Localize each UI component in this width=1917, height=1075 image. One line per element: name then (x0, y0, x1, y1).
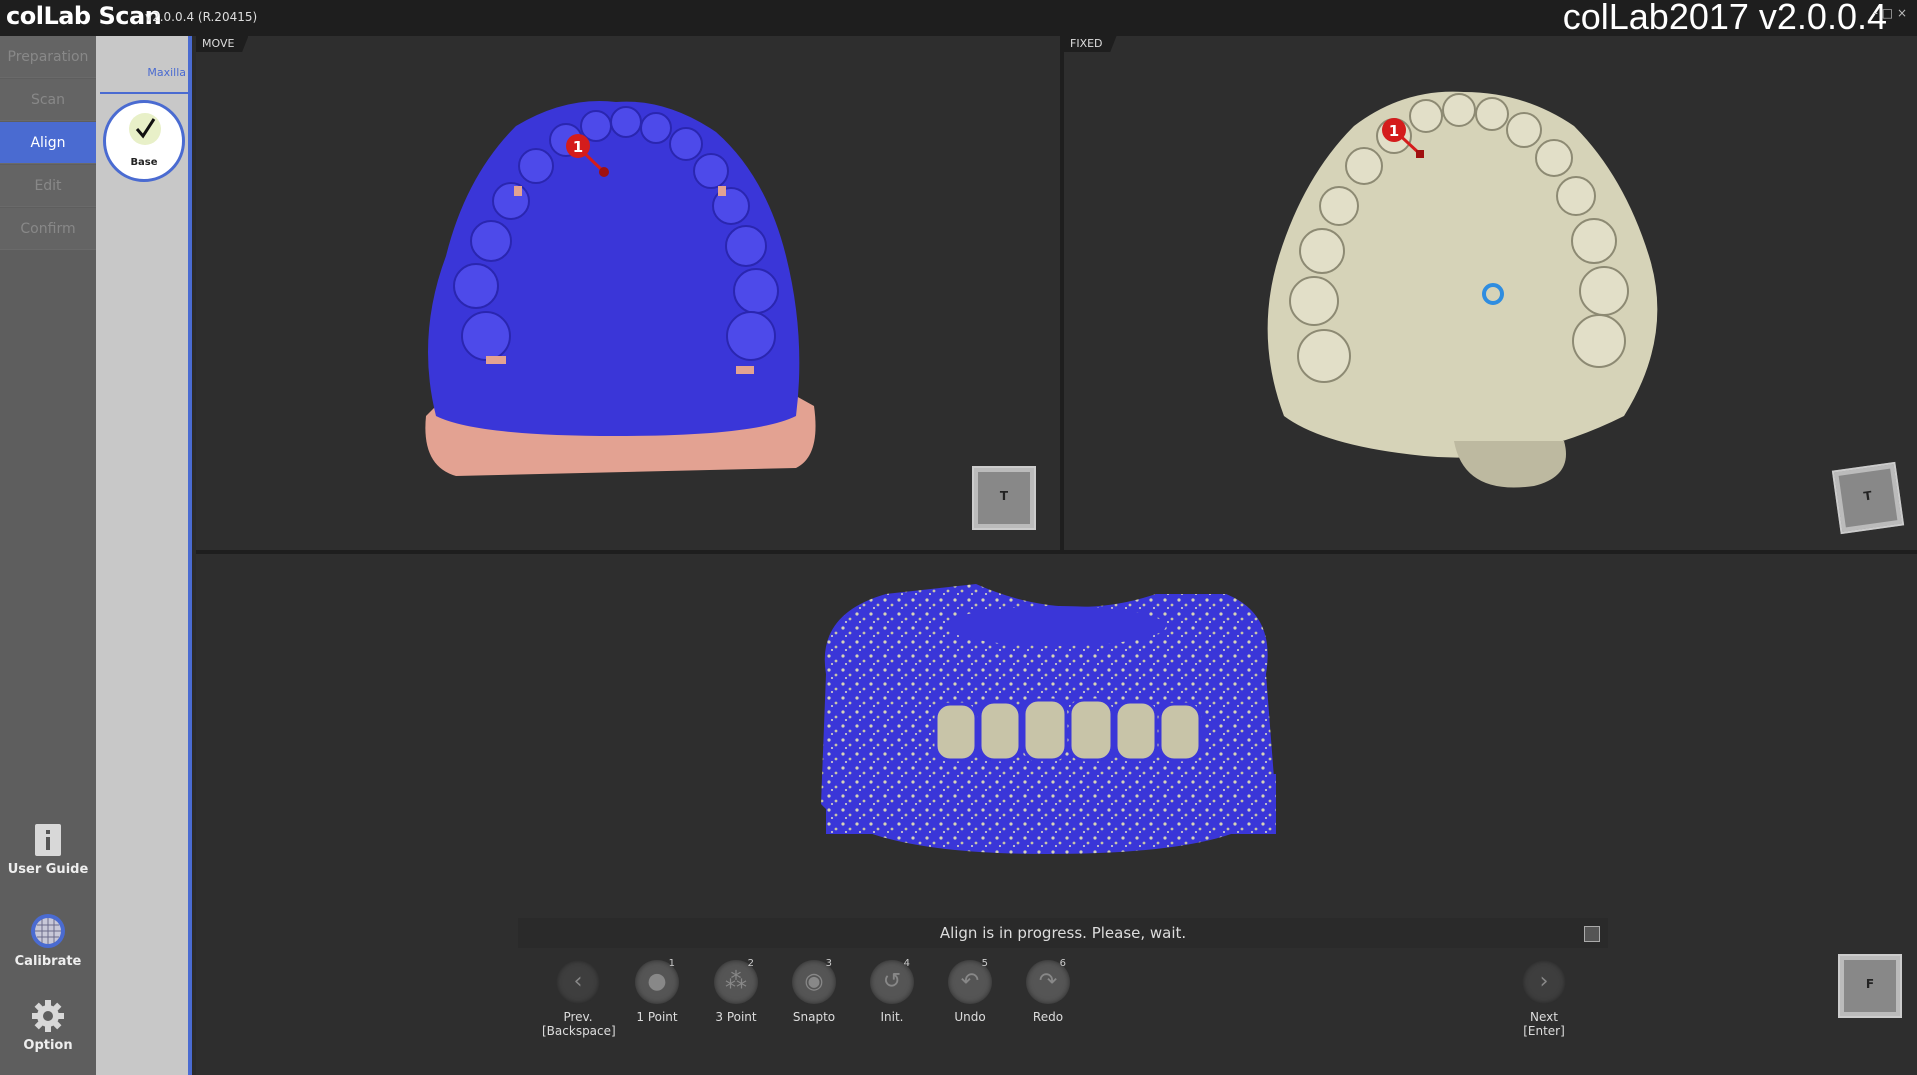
window-controls[interactable]: - □ × (1874, 6, 1907, 20)
three-point-icon: ⁂ (725, 969, 747, 994)
fixed-mesh-view[interactable]: 1 (1064, 36, 1917, 550)
check-icon (129, 113, 161, 145)
status-bar: Align is in progress. Please, wait. (518, 918, 1608, 948)
chevron-right-icon: › (1539, 969, 1549, 994)
calibrate-grid-icon (31, 914, 65, 948)
fixed-view-cube[interactable]: T (1831, 461, 1905, 535)
snap-icon: ◉ (804, 969, 824, 994)
prev-button[interactable]: ‹ Prev. [Backspace] (542, 960, 616, 1038)
nav-item-preparation[interactable]: Preparation (0, 36, 96, 78)
move-viewport[interactable]: MOVE 1 T (196, 36, 1060, 550)
three-point-button[interactable]: 2 ⁂ 3 Point (700, 958, 772, 1024)
calibrate-button[interactable]: Calibrate (0, 912, 96, 969)
info-icon (35, 824, 61, 856)
next-button[interactable]: › Next [Enter] (1508, 960, 1580, 1038)
combined-view-cube[interactable]: F (1838, 954, 1902, 1018)
nav-item-align[interactable]: Align (0, 122, 96, 164)
overlay-title: colLab2017 v2.0.0.4 (1562, 0, 1887, 37)
undo-button[interactable]: 5 ↶ Undo (934, 958, 1006, 1024)
one-point-button[interactable]: 1 ● 1 Point (621, 958, 693, 1024)
undo-icon: ↶ (960, 969, 980, 994)
left-nav: Preparation Scan Align Edit Confirm User… (0, 36, 96, 1075)
redo-button[interactable]: 6 ↷ Redo (1012, 958, 1084, 1024)
one-point-icon: ● (647, 969, 667, 994)
nav-item-scan[interactable]: Scan (0, 79, 96, 121)
move-mesh-view[interactable]: 1 (196, 36, 1060, 550)
fixed-viewport[interactable]: FIXED 1 T (1064, 36, 1917, 550)
redo-icon: ↷ (1038, 969, 1058, 994)
tab-underline (100, 92, 188, 94)
app-name: colLab Scan (6, 2, 162, 30)
user-guide-button[interactable]: User Guide (0, 822, 96, 877)
move-view-cube[interactable]: T (972, 466, 1036, 530)
status-message: Align is in progress. Please, wait. (939, 924, 1187, 942)
base-step-card[interactable]: Base (103, 100, 185, 182)
base-label: Base (130, 157, 158, 168)
chevron-left-icon: ‹ (573, 969, 583, 994)
app-version: v2.0.0.4 (R.20415) (145, 10, 258, 24)
fixed-marker-label: 1 (1389, 122, 1399, 140)
option-button[interactable]: Option (0, 998, 96, 1053)
status-expand-icon[interactable] (1584, 926, 1600, 942)
gear-icon (32, 1000, 64, 1032)
move-marker-label: 1 (573, 138, 583, 156)
step-subpanel: Maxilla Base (96, 36, 192, 1075)
title-bar: colLab Scan v2.0.0.4 (R.20415) colLab201… (0, 0, 1917, 37)
reset-icon: ↺ (882, 969, 902, 994)
snapto-button[interactable]: 3 ◉ Snapto (778, 958, 850, 1024)
nav-item-edit[interactable]: Edit (0, 165, 96, 207)
nav-item-confirm[interactable]: Confirm (0, 208, 96, 250)
init-button[interactable]: 4 ↺ Init. (856, 958, 928, 1024)
